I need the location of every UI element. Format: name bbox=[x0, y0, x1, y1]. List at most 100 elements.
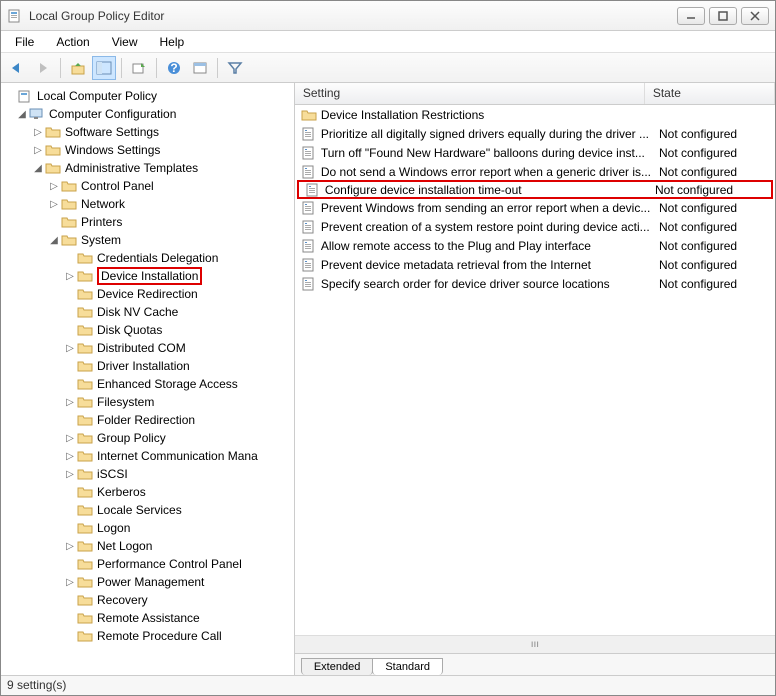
expand-icon[interactable]: ▷ bbox=[63, 469, 77, 480]
folder-icon bbox=[77, 593, 93, 607]
tab-standard[interactable]: Standard bbox=[372, 658, 443, 675]
list-item[interactable]: Turn off "Found New Hardware" balloons d… bbox=[295, 143, 775, 162]
collapse-icon[interactable]: ◢ bbox=[47, 235, 61, 246]
expand-icon[interactable]: ▷ bbox=[63, 577, 77, 588]
expand-icon[interactable]: ▷ bbox=[63, 433, 77, 444]
expand-icon[interactable]: ▷ bbox=[47, 199, 61, 210]
setting-icon bbox=[301, 239, 317, 253]
folder-icon bbox=[77, 305, 93, 319]
tree-software-settings[interactable]: ▷ Software Settings bbox=[1, 123, 294, 141]
tree-control-panel[interactable]: ▷ Control Panel bbox=[1, 177, 294, 195]
tree-label: Printers bbox=[81, 215, 122, 229]
tree-item[interactable]: Enhanced Storage Access bbox=[1, 375, 294, 393]
tree-item[interactable]: Folder Redirection bbox=[1, 411, 294, 429]
tree-item[interactable]: Kerberos bbox=[1, 483, 294, 501]
tree-item[interactable]: ▷Power Management bbox=[1, 573, 294, 591]
tree-label: Driver Installation bbox=[97, 359, 190, 373]
toolbar-separator bbox=[156, 58, 157, 78]
menu-file[interactable]: File bbox=[5, 33, 44, 51]
close-button[interactable] bbox=[741, 7, 769, 25]
tree-pane[interactable]: Local Computer Policy ◢ Computer Configu… bbox=[1, 83, 295, 675]
col-state[interactable]: State bbox=[645, 83, 775, 104]
list-item[interactable]: Configure device installation time-outNo… bbox=[297, 180, 773, 199]
filter-button[interactable] bbox=[223, 56, 247, 80]
tree-item[interactable]: Remote Procedure Call bbox=[1, 627, 294, 645]
tree-item[interactable]: Driver Installation bbox=[1, 357, 294, 375]
expand-icon[interactable]: ▷ bbox=[63, 343, 77, 354]
list-item[interactable]: Prevent creation of a system restore poi… bbox=[295, 217, 775, 236]
tree-printers[interactable]: Printers bbox=[1, 213, 294, 231]
tree-label: Windows Settings bbox=[65, 143, 160, 157]
title-bar: Local Group Policy Editor bbox=[1, 1, 775, 31]
folder-icon bbox=[77, 521, 93, 535]
properties-button[interactable] bbox=[188, 56, 212, 80]
tree-label: Net Logon bbox=[97, 539, 152, 553]
tree-item[interactable]: Disk NV Cache bbox=[1, 303, 294, 321]
setting-icon bbox=[305, 183, 321, 197]
setting-state: Not configured bbox=[659, 146, 769, 160]
list-item[interactable]: Prevent device metadata retrieval from t… bbox=[295, 255, 775, 274]
tab-extended[interactable]: Extended bbox=[301, 658, 373, 675]
show-hide-tree-button[interactable] bbox=[92, 56, 116, 80]
settings-list[interactable]: Device Installation RestrictionsPrioriti… bbox=[295, 105, 775, 635]
setting-state: Not configured bbox=[655, 183, 765, 197]
list-item[interactable]: Do not send a Windows error report when … bbox=[295, 162, 775, 181]
folder-icon bbox=[77, 323, 93, 337]
tree-item[interactable]: Recovery bbox=[1, 591, 294, 609]
tree-item[interactable]: Disk Quotas bbox=[1, 321, 294, 339]
up-button[interactable] bbox=[66, 56, 90, 80]
tree-item[interactable]: Credentials Delegation bbox=[1, 249, 294, 267]
back-button[interactable] bbox=[5, 56, 29, 80]
list-item[interactable]: Device Installation Restrictions bbox=[295, 105, 775, 124]
tree-root[interactable]: Local Computer Policy bbox=[1, 87, 294, 105]
menu-help[interactable]: Help bbox=[150, 33, 195, 51]
tree-item[interactable]: ▷Filesystem bbox=[1, 393, 294, 411]
expand-icon[interactable]: ▷ bbox=[63, 451, 77, 462]
tree-item[interactable]: Remote Assistance bbox=[1, 609, 294, 627]
tree-network[interactable]: ▷ Network bbox=[1, 195, 294, 213]
list-item[interactable]: Allow remote access to the Plug and Play… bbox=[295, 236, 775, 255]
tree-item[interactable]: ▷Distributed COM bbox=[1, 339, 294, 357]
expand-icon[interactable]: ▷ bbox=[31, 127, 45, 138]
tree-item[interactable]: Logon bbox=[1, 519, 294, 537]
toolbar-separator bbox=[217, 58, 218, 78]
tree-item[interactable]: Device Redirection bbox=[1, 285, 294, 303]
tree-device-installation[interactable]: ▷Device Installation bbox=[1, 267, 294, 285]
expand-icon[interactable]: ▷ bbox=[63, 397, 77, 408]
collapse-icon[interactable]: ◢ bbox=[31, 163, 45, 174]
menu-action[interactable]: Action bbox=[46, 33, 99, 51]
horizontal-scrollbar[interactable]: ııı bbox=[295, 635, 775, 653]
expand-icon[interactable]: ▷ bbox=[63, 271, 77, 282]
setting-icon bbox=[301, 127, 317, 141]
list-item[interactable]: Prioritize all digitally signed drivers … bbox=[295, 124, 775, 143]
setting-icon bbox=[301, 201, 317, 215]
list-item[interactable]: Specify search order for device driver s… bbox=[295, 274, 775, 293]
tree-label: Disk Quotas bbox=[97, 323, 162, 337]
tree-item[interactable]: ▷Internet Communication Mana bbox=[1, 447, 294, 465]
col-setting[interactable]: Setting bbox=[295, 83, 645, 104]
folder-icon bbox=[77, 467, 93, 481]
export-button[interactable] bbox=[127, 56, 151, 80]
expand-icon[interactable]: ▷ bbox=[31, 145, 45, 156]
collapse-icon[interactable]: ◢ bbox=[15, 109, 29, 120]
tree-item[interactable]: ▷Group Policy bbox=[1, 429, 294, 447]
forward-button[interactable] bbox=[31, 56, 55, 80]
tree-admin-templates[interactable]: ◢ Administrative Templates bbox=[1, 159, 294, 177]
tree-item[interactable]: Performance Control Panel bbox=[1, 555, 294, 573]
maximize-button[interactable] bbox=[709, 7, 737, 25]
list-item[interactable]: Prevent Windows from sending an error re… bbox=[295, 198, 775, 217]
tree-windows-settings[interactable]: ▷ Windows Settings bbox=[1, 141, 294, 159]
setting-name: Prevent device metadata retrieval from t… bbox=[321, 258, 659, 272]
menu-view[interactable]: View bbox=[102, 33, 148, 51]
tree-item[interactable]: Locale Services bbox=[1, 501, 294, 519]
tree-label: Enhanced Storage Access bbox=[97, 377, 238, 391]
tree-computer-configuration[interactable]: ◢ Computer Configuration bbox=[1, 105, 294, 123]
details-pane: Setting State Device Installation Restri… bbox=[295, 83, 775, 675]
help-button[interactable]: ? bbox=[162, 56, 186, 80]
tree-item[interactable]: ▷ Net Logon bbox=[1, 537, 294, 555]
expand-icon[interactable]: ▷ bbox=[47, 181, 61, 192]
minimize-button[interactable] bbox=[677, 7, 705, 25]
tree-item[interactable]: ▷iSCSI bbox=[1, 465, 294, 483]
expand-icon[interactable]: ▷ bbox=[63, 541, 77, 552]
tree-system[interactable]: ◢ System bbox=[1, 231, 294, 249]
